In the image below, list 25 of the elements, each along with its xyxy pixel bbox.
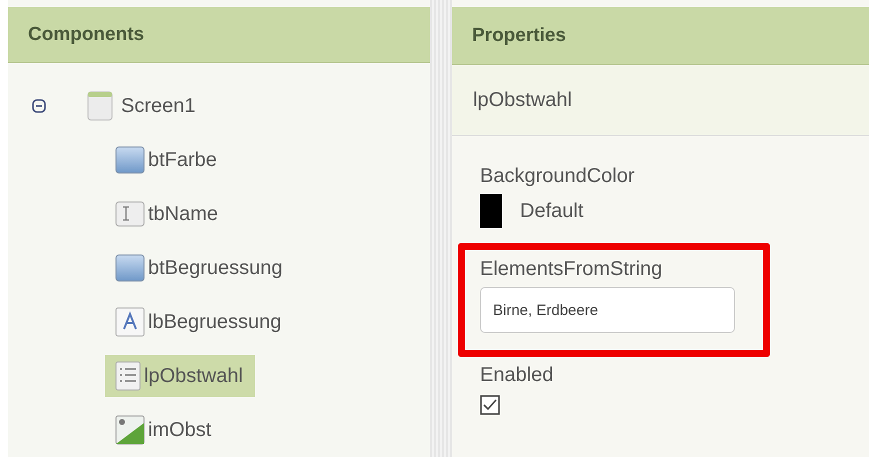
property-label: ElementsFromString [480,258,662,281]
letter-icon [115,307,145,337]
text-cursor-icon [115,201,145,227]
tree-item[interactable]: lbBegruessung [105,301,294,343]
color-value[interactable]: Default [520,200,584,222]
component-name: lpObstwahl [452,65,869,136]
tree-item[interactable]: btFarbe [105,139,229,181]
list-icon [115,361,141,391]
image-icon [115,415,145,445]
button-icon [115,145,145,175]
text-field[interactable]: Birne, Erdbeere [480,287,735,333]
panel-header: Components [8,7,430,63]
panel-header: Properties [452,7,869,65]
tree-item[interactable]: Screen1 [87,85,208,127]
tree-item[interactable]: btBegruessung [105,247,295,289]
screen-icon [87,91,113,121]
color-swatch[interactable] [480,194,502,228]
collapse-icon[interactable] [32,99,46,113]
tree-item[interactable]: lpObstwahl [105,355,255,397]
tree-item[interactable]: tbName [105,195,230,233]
checkbox[interactable] [480,395,500,415]
property-label: Enabled [480,364,554,387]
button-icon [115,253,145,283]
property-label: BackgroundColor [480,165,635,188]
tree-item[interactable]: imObst [105,409,224,451]
